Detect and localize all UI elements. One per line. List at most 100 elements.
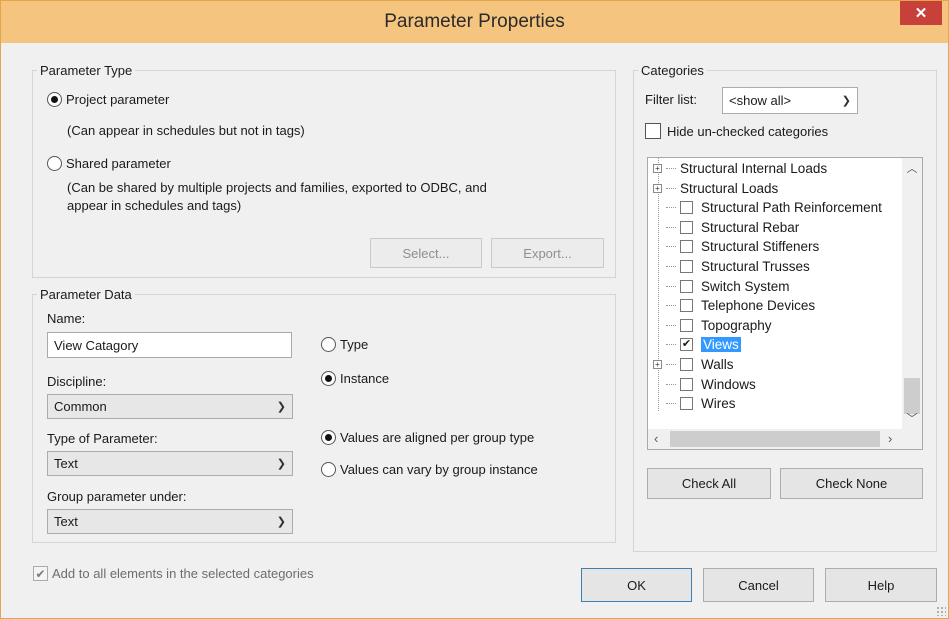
- category-checkbox[interactable]: [680, 201, 693, 215]
- category-checkbox[interactable]: [680, 240, 693, 254]
- shared-parameter-hint-line2: appear in schedules and tags): [67, 198, 242, 213]
- add-to-all-label: Add to all elements in the selected cate…: [52, 566, 314, 581]
- vertical-scroll-thumb[interactable]: [904, 378, 920, 414]
- add-to-all-checkbox[interactable]: ✔ Add to all elements in the selected ca…: [33, 566, 314, 581]
- tree-connector: [666, 207, 676, 209]
- expand-icon[interactable]: +: [653, 183, 662, 193]
- category-label: Wires: [701, 396, 736, 412]
- category-checkbox[interactable]: [680, 397, 693, 411]
- category-item[interactable]: + Structural Loads: [648, 179, 778, 198]
- project-parameter-label: Project parameter: [66, 92, 170, 107]
- tree-connector: [666, 383, 676, 385]
- help-button[interactable]: Help: [825, 568, 937, 602]
- category-label: Switch System: [701, 278, 790, 294]
- category-checkbox[interactable]: [680, 220, 693, 234]
- instance-radio[interactable]: Instance: [321, 371, 389, 386]
- values-vary-radio[interactable]: Values can vary by group instance: [321, 462, 538, 477]
- close-icon: ✕: [914, 5, 928, 22]
- category-checkbox[interactable]: [680, 299, 693, 313]
- name-field[interactable]: View Catagory: [47, 332, 292, 358]
- project-parameter-hint: (Can appear in schedules but not in tags…: [67, 123, 305, 138]
- category-item[interactable]: Windows: [648, 375, 756, 394]
- name-label: Name:: [47, 311, 86, 326]
- category-item[interactable]: Structural Path Reinforcement: [648, 198, 882, 217]
- category-item[interactable]: + Walls: [648, 355, 734, 374]
- resize-grip-icon[interactable]: [936, 606, 946, 616]
- cancel-button[interactable]: Cancel: [703, 568, 814, 602]
- discipline-label: Discipline:: [47, 374, 107, 389]
- category-checkbox[interactable]: ✔: [680, 338, 693, 352]
- scroll-right-icon[interactable]: ›: [888, 431, 892, 446]
- shared-parameter-label: Shared parameter: [66, 156, 171, 171]
- category-item[interactable]: Structural Trusses: [648, 257, 810, 276]
- title-bar[interactable]: Parameter Properties ✕: [1, 1, 948, 43]
- shared-parameter-radio-dot: [47, 156, 62, 171]
- category-label: Walls: [701, 357, 734, 372]
- category-label: Structural Trusses: [701, 259, 810, 274]
- dialog-title: Parameter Properties: [384, 11, 565, 32]
- check-none-button[interactable]: Check None: [780, 468, 923, 499]
- filter-list-value: <show all>: [729, 93, 792, 108]
- type-of-parameter-select[interactable]: Text ❯: [47, 451, 293, 476]
- scroll-up-icon[interactable]: ︿: [902, 160, 922, 176]
- hide-unchecked-box: [645, 123, 661, 139]
- instance-radio-label: Instance: [340, 371, 390, 386]
- tree-connector: [666, 187, 676, 189]
- parameter-properties-dialog: Parameter Properties ✕ Parameter Type Pr…: [0, 0, 949, 619]
- horizontal-scroll-thumb[interactable]: [670, 431, 880, 447]
- filter-list-label: Filter list:: [645, 92, 697, 107]
- instance-radio-dot: [321, 371, 336, 386]
- close-button[interactable]: ✕: [900, 1, 942, 25]
- category-checkbox[interactable]: [680, 279, 693, 293]
- values-aligned-radio-dot: [321, 430, 336, 445]
- expand-icon[interactable]: +: [653, 164, 662, 173]
- discipline-value: Common: [54, 399, 107, 414]
- check-all-button[interactable]: Check All: [647, 468, 771, 499]
- ok-button[interactable]: OK: [581, 568, 692, 602]
- tree-connector: [666, 324, 676, 326]
- category-item[interactable]: Telephone Devices: [648, 296, 815, 315]
- category-label: Windows: [701, 376, 756, 392]
- values-aligned-radio[interactable]: Values are aligned per group type: [321, 430, 534, 445]
- group-parameter-under-value: Text: [54, 514, 78, 529]
- category-item[interactable]: Switch System: [648, 277, 790, 296]
- export-button[interactable]: Export...: [491, 238, 604, 268]
- category-item[interactable]: Topography: [648, 316, 772, 335]
- category-checkbox[interactable]: [680, 377, 693, 391]
- discipline-select[interactable]: Common ❯: [47, 394, 293, 419]
- group-parameter-under-select[interactable]: Text ❯: [47, 509, 293, 534]
- scrollbar-corner: [902, 429, 922, 449]
- category-item[interactable]: Structural Stiffeners: [648, 237, 819, 256]
- category-label: Structural Internal Loads: [680, 161, 828, 176]
- project-parameter-radio[interactable]: Project parameter: [47, 92, 169, 107]
- category-item[interactable]: Structural Rebar: [648, 218, 799, 237]
- scroll-left-icon[interactable]: ‹: [654, 431, 658, 446]
- categories-tree[interactable]: + Structural Internal Loads + Structural Lo…: [647, 157, 923, 450]
- category-label: Structural Loads: [680, 180, 779, 196]
- select-button[interactable]: Select...: [370, 238, 482, 268]
- category-item[interactable]: Wires: [648, 394, 736, 413]
- category-label: Topography: [701, 317, 772, 333]
- category-checkbox[interactable]: [680, 318, 693, 332]
- filter-list-select[interactable]: <show all> ❯: [722, 87, 858, 114]
- shared-parameter-hint-line1: (Can be shared by multiple projects and …: [67, 180, 487, 195]
- type-radio[interactable]: Type: [321, 337, 368, 352]
- tree-connector: [666, 246, 676, 248]
- vertical-scrollbar[interactable]: ︿ ﹀: [902, 158, 922, 431]
- category-label: Structural Rebar: [701, 219, 800, 235]
- category-item[interactable]: + Structural Internal Loads: [648, 159, 827, 178]
- chevron-down-icon: ❯: [276, 401, 286, 413]
- category-checkbox[interactable]: [680, 358, 693, 371]
- expand-icon[interactable]: +: [653, 360, 662, 369]
- shared-parameter-radio[interactable]: Shared parameter: [47, 156, 171, 171]
- tree-connector: [666, 403, 676, 405]
- scroll-down-icon[interactable]: ﹀: [902, 410, 922, 426]
- hide-unchecked-checkbox[interactable]: Hide un-checked categories: [645, 123, 828, 139]
- category-item[interactable]: ✔ Views: [648, 335, 741, 354]
- tree-connector: [666, 168, 676, 169]
- category-checkbox[interactable]: [680, 260, 693, 273]
- horizontal-scrollbar[interactable]: ‹ ›: [648, 429, 904, 449]
- parameter-type-legend: Parameter Type: [40, 63, 133, 78]
- tree-connector: [666, 364, 676, 365]
- category-label: Telephone Devices: [701, 298, 816, 314]
